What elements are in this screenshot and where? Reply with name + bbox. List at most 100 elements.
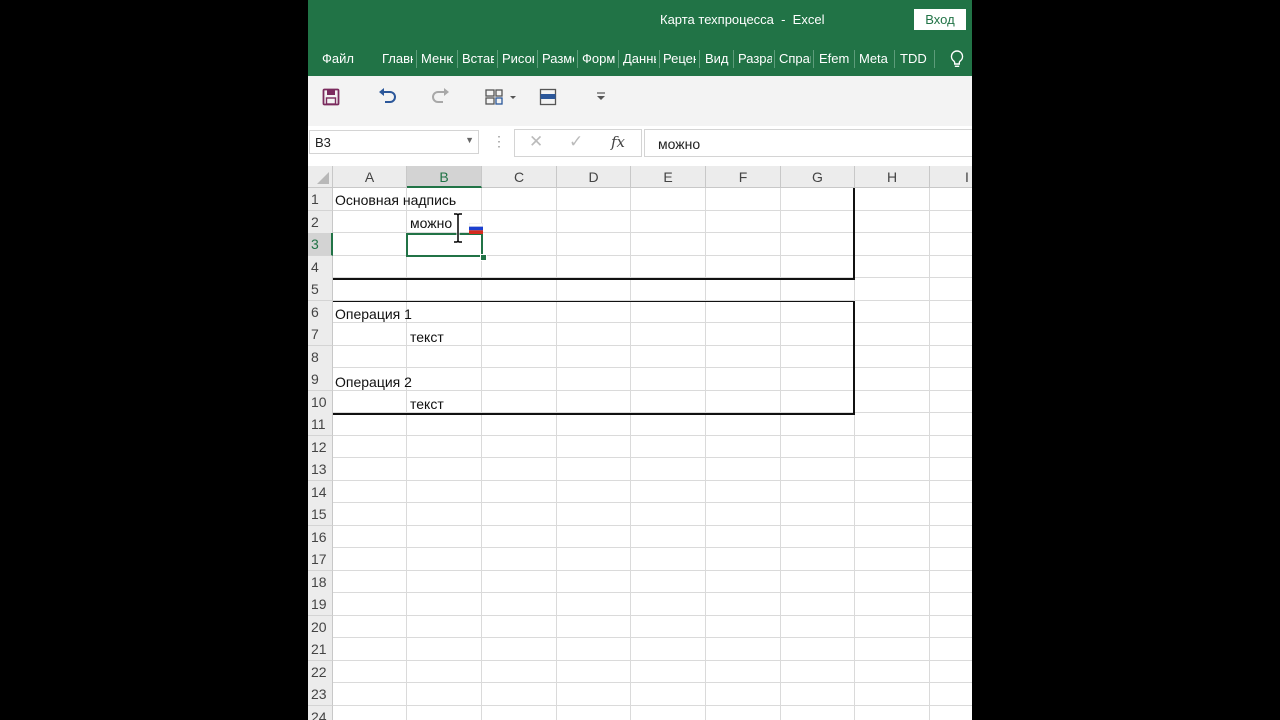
- sign-in-button[interactable]: Вход: [914, 9, 966, 30]
- tab-page-layout[interactable]: Размет: [542, 51, 574, 66]
- gridline-horizontal: [333, 457, 972, 458]
- row-header-15[interactable]: 15: [308, 503, 333, 526]
- save-button[interactable]: [320, 86, 342, 108]
- customize-dropdown-icon: [597, 92, 605, 100]
- tab-file[interactable]: Файл: [322, 51, 358, 66]
- row-header-18[interactable]: 18: [308, 571, 333, 594]
- cell-border: [333, 413, 855, 415]
- tab-formulas[interactable]: Форму: [582, 51, 615, 66]
- save-icon: [322, 88, 340, 106]
- freeze-panes-button[interactable]: [537, 86, 559, 108]
- row-header-12[interactable]: 12: [308, 436, 333, 459]
- cell-a1[interactable]: Основная надпись: [335, 189, 456, 211]
- column-header-i[interactable]: I: [930, 166, 972, 188]
- cell-a9[interactable]: Операция 2: [335, 371, 412, 393]
- column-header-b[interactable]: B: [407, 166, 482, 188]
- cancel-icon[interactable]: ✕: [529, 132, 543, 152]
- row-header-2[interactable]: 2: [308, 211, 333, 234]
- layout-dropdown-button[interactable]: [482, 86, 520, 108]
- insert-function-icon[interactable]: fx: [611, 133, 625, 151]
- cell-b10[interactable]: текст: [410, 393, 444, 415]
- tab-help[interactable]: Справ: [779, 51, 811, 66]
- column-header-f[interactable]: F: [706, 166, 781, 188]
- row-header-22[interactable]: 22: [308, 661, 333, 684]
- tab-data[interactable]: Данны: [623, 51, 656, 66]
- tab-insert[interactable]: Вставка: [462, 51, 494, 66]
- column-header-e[interactable]: E: [631, 166, 706, 188]
- row-header-9[interactable]: 9: [308, 368, 333, 391]
- spreadsheet-grid[interactable]: ABCDEFGHI 1 2 3 4 5 6 7 8 9 10 11 12 13 14 15 16 17 18 19 2…: [308, 166, 972, 720]
- row-header-13[interactable]: 13: [308, 458, 333, 481]
- column-header-g[interactable]: G: [781, 166, 855, 188]
- fill-handle[interactable]: [480, 254, 487, 261]
- row-header-17[interactable]: 17: [308, 548, 333, 571]
- ribbon-tabs: Файл Главн Меню Вставка Рисов Размет Фор…: [308, 40, 972, 76]
- select-all-icon: [317, 172, 329, 184]
- gridline-vertical: [929, 188, 930, 720]
- customize-toolbar-button[interactable]: [593, 86, 609, 108]
- gridline-horizontal: [333, 705, 972, 706]
- row-header-11[interactable]: 11: [308, 413, 333, 436]
- row-header-3[interactable]: 3: [308, 233, 333, 256]
- row-header-8[interactable]: 8: [308, 346, 333, 369]
- tab-separator: [457, 50, 458, 68]
- gridline-vertical: [630, 188, 631, 720]
- row-header-7[interactable]: 7: [308, 323, 333, 346]
- tab-draw[interactable]: Рисов: [502, 51, 534, 66]
- gridline-vertical: [780, 188, 781, 720]
- cell-border: [853, 301, 855, 415]
- gridline-horizontal: [333, 570, 972, 571]
- tab-tdd[interactable]: TDD: [900, 51, 930, 66]
- gridline-vertical: [406, 188, 407, 720]
- tab-separator: [577, 50, 578, 68]
- row-header-4[interactable]: 4: [308, 256, 333, 279]
- tab-review[interactable]: Рецен: [663, 51, 696, 66]
- active-cell-b3[interactable]: [406, 233, 483, 257]
- row-header-23[interactable]: 23: [308, 683, 333, 706]
- row-header-5[interactable]: 5: [308, 278, 333, 301]
- cell-a6[interactable]: Операция 1: [335, 303, 412, 325]
- gridline-horizontal: [333, 322, 972, 323]
- row-header-1[interactable]: 1: [308, 188, 333, 211]
- undo-button[interactable]: [375, 86, 399, 108]
- tab-home[interactable]: Главн: [382, 51, 413, 66]
- cell-border: [333, 278, 854, 280]
- window-title: Карта техпроцесса - Excel: [660, 12, 825, 27]
- column-header-c[interactable]: C: [482, 166, 557, 188]
- title-bar: Карта техпроцесса - Excel Вход: [308, 0, 972, 40]
- chevron-down-icon[interactable]: ▼: [465, 135, 474, 145]
- column-header-d[interactable]: D: [557, 166, 631, 188]
- tab-meta[interactable]: Meta: [859, 51, 892, 66]
- row-header-14[interactable]: 14: [308, 481, 333, 504]
- column-header-h[interactable]: H: [855, 166, 930, 188]
- gridline-horizontal: [333, 682, 972, 683]
- lightbulb-icon[interactable]: [948, 49, 966, 69]
- tab-developer[interactable]: Разраб: [738, 51, 772, 66]
- cell-border: [853, 188, 855, 280]
- tab-separator: [497, 50, 498, 68]
- name-box[interactable]: B3 ▼: [309, 130, 479, 154]
- tab-separator: [618, 50, 619, 68]
- tab-separator: [537, 50, 538, 68]
- gridline-horizontal: [333, 592, 972, 593]
- row-header-16[interactable]: 16: [308, 526, 333, 549]
- check-icon[interactable]: ✓: [569, 132, 583, 152]
- column-header-a[interactable]: A: [333, 166, 407, 188]
- row-header-19[interactable]: 19: [308, 593, 333, 616]
- tab-separator: [894, 50, 895, 68]
- more-options-icon[interactable]: ⋮: [492, 133, 506, 150]
- gridline-horizontal: [333, 525, 972, 526]
- row-header-21[interactable]: 21: [308, 638, 333, 661]
- row-header-6[interactable]: 6: [308, 301, 333, 324]
- cell-b7[interactable]: текст: [410, 326, 444, 348]
- row-header-10[interactable]: 10: [308, 391, 333, 414]
- select-all-button[interactable]: [308, 166, 333, 188]
- tab-menu[interactable]: Меню: [421, 51, 453, 66]
- row-header-24[interactable]: 24: [308, 706, 333, 720]
- formula-input[interactable]: можно: [644, 129, 972, 157]
- row-header-20[interactable]: 20: [308, 616, 333, 639]
- tab-view[interactable]: Вид: [705, 51, 731, 66]
- redo-button[interactable]: [429, 86, 453, 108]
- tab-efem[interactable]: Efem: [819, 51, 851, 66]
- cell-b2[interactable]: можно: [410, 212, 452, 234]
